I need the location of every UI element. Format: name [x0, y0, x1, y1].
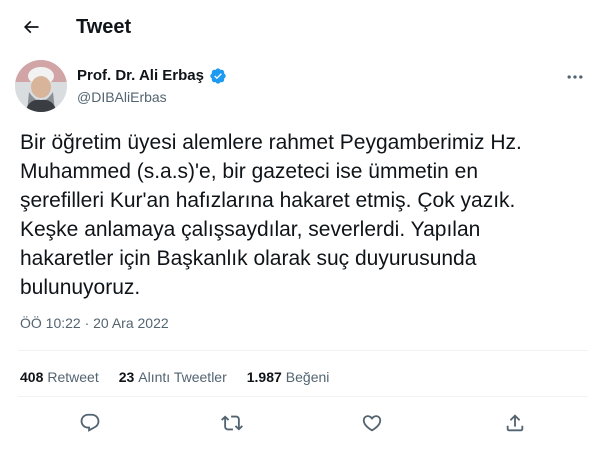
retweet-button[interactable]: [217, 408, 247, 438]
reply-button[interactable]: [75, 408, 105, 438]
retweet-icon: [221, 415, 243, 431]
avatar-image: [15, 60, 67, 112]
tweet-text: Bir öğretim üyesi alemlere rahmet Peygam…: [20, 131, 522, 299]
stat-label: Alıntı Tweetler: [138, 369, 227, 385]
author-name[interactable]: Prof. Dr. Ali Erbaş: [77, 66, 204, 85]
author-handle[interactable]: @DIBAliErbas: [77, 88, 167, 106]
page-title: Tweet: [76, 16, 132, 38]
share-button[interactable]: [500, 408, 530, 438]
like-icon: [362, 415, 382, 432]
stat-label: Retweet: [47, 369, 99, 385]
quote-tweet-count[interactable]: 23 Alıntı Tweetler: [119, 368, 227, 386]
avatar[interactable]: [15, 60, 67, 112]
back-arrow-icon: [23, 20, 39, 34]
stat-label: Beğeni: [285, 369, 330, 385]
stat-number: 1.987: [246, 369, 282, 385]
reply-icon: [80, 413, 100, 432]
like-button[interactable]: [357, 408, 387, 438]
divider: [18, 350, 588, 351]
back-button[interactable]: [18, 14, 44, 40]
tweet-timestamp[interactable]: ÖÖ 10:22 · 20 Ara 2022: [20, 314, 169, 332]
stat-number: 23: [118, 369, 135, 385]
more-options-button[interactable]: [562, 66, 588, 88]
tweet-header: Tweet: [0, 0, 600, 53]
share-icon: [506, 414, 524, 432]
like-count[interactable]: 1.987 Beğeni: [247, 368, 330, 386]
retweet-count[interactable]: 408 Retweet: [20, 368, 99, 386]
divider: [18, 396, 588, 397]
stat-number: 408: [20, 369, 44, 385]
tweet-actions: [0, 408, 600, 438]
more-icon: [567, 75, 583, 79]
tweet-stats: 408 Retweet 23 Alıntı Tweetler 1.987 Beğ…: [20, 368, 329, 386]
verified-badge-icon: [210, 67, 226, 84]
